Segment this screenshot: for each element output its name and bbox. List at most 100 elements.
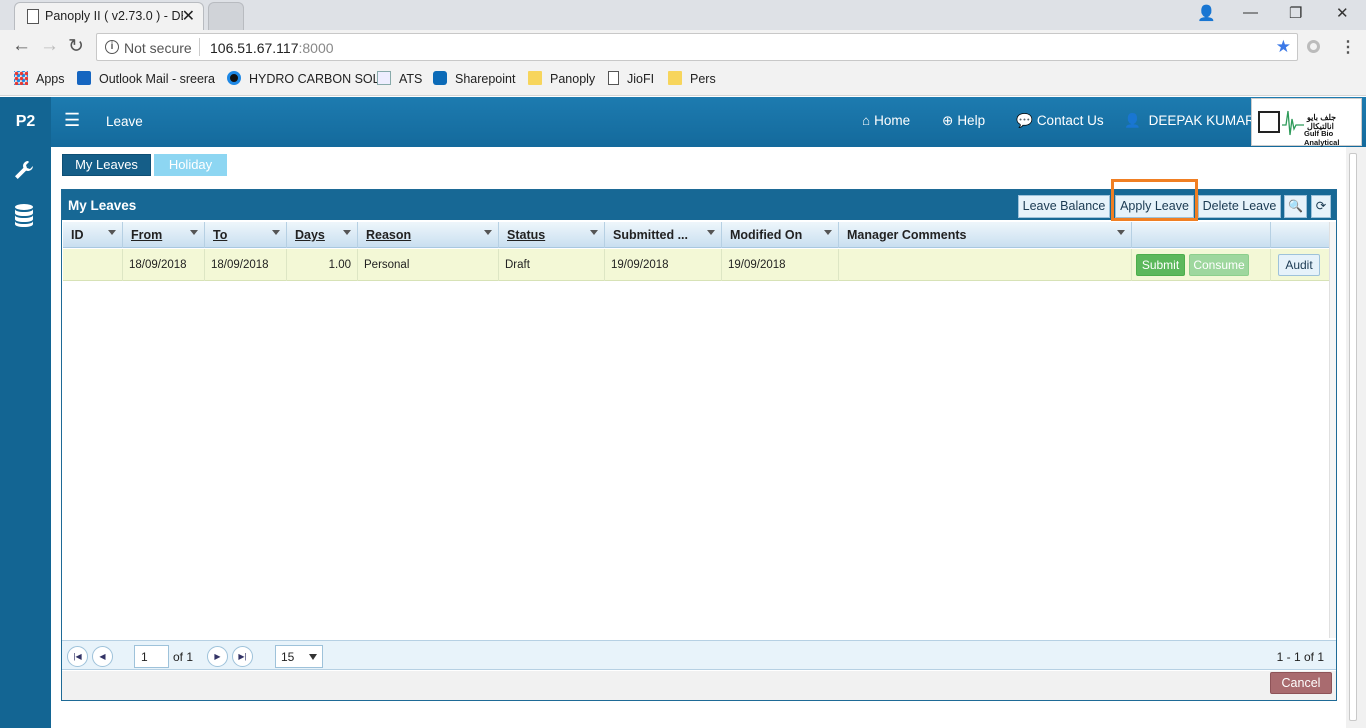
col-manager-comments[interactable]: Manager Comments bbox=[839, 222, 1132, 248]
bookmark-star-icon[interactable]: ★ bbox=[1276, 37, 1291, 57]
cell-submitted: 19/09/2018 bbox=[605, 249, 722, 281]
url-text[interactable]: 106.51.67.117:8000 bbox=[210, 40, 334, 56]
cell-status: Draft bbox=[499, 249, 605, 281]
chat-icon: 💬 bbox=[1016, 113, 1033, 128]
col-reason[interactable]: Reason bbox=[358, 222, 499, 248]
panel-title: My Leaves bbox=[68, 198, 137, 213]
table-row[interactable]: 18/09/2018 18/09/2018 1.00 Personal Draf… bbox=[63, 249, 1329, 281]
my-leaves-panel: My Leaves Leave Balance Apply Leave Dele… bbox=[61, 179, 1337, 701]
reload-icon[interactable]: ↻ bbox=[68, 35, 84, 58]
browser-menu-icon[interactable]: ⋮ bbox=[1340, 37, 1356, 57]
scrollbar-thumb[interactable] bbox=[1349, 153, 1357, 721]
col-submitted[interactable]: Submitted ... bbox=[605, 222, 722, 248]
chevron-down-icon[interactable] bbox=[1117, 230, 1125, 235]
leave-balance-button[interactable]: Leave Balance bbox=[1018, 195, 1110, 218]
nav-home[interactable]: ⌂ Home bbox=[862, 113, 910, 128]
bookmark-pers[interactable]: Pers bbox=[668, 71, 716, 86]
close-tab-icon[interactable]: ✕ bbox=[182, 6, 195, 26]
col-from[interactable]: From bbox=[123, 222, 205, 248]
page-count: of 1 bbox=[173, 650, 194, 664]
refresh-icon: ⟳ bbox=[1315, 199, 1327, 213]
back-icon[interactable]: ← bbox=[12, 35, 31, 57]
bookmark-panoply[interactable]: Panoply bbox=[528, 71, 595, 86]
bookmark-label: Outlook Mail - sreera bbox=[99, 72, 216, 86]
page-info: 1 - 1 of 1 bbox=[1276, 650, 1324, 664]
forward-icon[interactable]: → bbox=[40, 35, 59, 57]
chevron-down-icon[interactable] bbox=[272, 230, 280, 235]
menu-icon[interactable]: ☰ bbox=[64, 110, 80, 130]
nav-contact[interactable]: 💬 Contact Us bbox=[1016, 113, 1104, 129]
col-id[interactable]: ID bbox=[63, 222, 123, 248]
chevron-down-icon[interactable] bbox=[108, 230, 116, 235]
bookmark-sharepoint[interactable]: Sharepoint bbox=[433, 71, 515, 86]
browser-tab-active[interactable]: Panoply II ( v2.73.0 ) - DEEPAK KUMAR ✕ bbox=[14, 2, 204, 30]
nav-help-label: Help bbox=[957, 113, 986, 128]
last-page-icon[interactable]: ▶| bbox=[232, 646, 253, 667]
close-window-icon[interactable]: ✕ bbox=[1336, 4, 1349, 22]
col-label: From bbox=[131, 228, 163, 242]
folder-icon bbox=[668, 71, 682, 85]
brand-logo[interactable]: P2 bbox=[0, 97, 51, 147]
prev-page-icon[interactable]: ◀ bbox=[92, 646, 113, 667]
tab-holiday[interactable]: Holiday bbox=[154, 154, 227, 176]
database-icon[interactable] bbox=[13, 203, 35, 227]
col-label: To bbox=[213, 228, 228, 242]
col-status[interactable]: Status bbox=[499, 222, 605, 248]
submit-button[interactable]: Submit bbox=[1136, 254, 1185, 276]
col-label: Modified On bbox=[730, 228, 803, 242]
restore-icon[interactable]: ❐ bbox=[1289, 4, 1302, 22]
col-modified[interactable]: Modified On bbox=[722, 222, 839, 248]
col-days[interactable]: Days bbox=[287, 222, 358, 248]
bookmark-hydrocarbon[interactable]: HYDRO CARBON SOL bbox=[227, 71, 380, 86]
bookmark-label: JioFI bbox=[627, 72, 655, 86]
page-scrollbar[interactable] bbox=[1346, 147, 1366, 728]
first-page-icon[interactable]: |◀ bbox=[67, 646, 88, 667]
security-label: Not secure bbox=[124, 40, 192, 56]
bookmark-apps[interactable]: Apps bbox=[14, 71, 65, 86]
chevron-down-icon[interactable] bbox=[824, 230, 832, 235]
cell-modified: 19/09/2018 bbox=[722, 249, 839, 281]
col-label: ID bbox=[71, 228, 84, 242]
folder-icon bbox=[528, 71, 542, 85]
bookmark-ats[interactable]: ATS bbox=[377, 71, 422, 86]
nav-home-label: Home bbox=[874, 113, 911, 128]
extension-icon[interactable] bbox=[1307, 40, 1320, 53]
nav-contact-label: Contact Us bbox=[1036, 113, 1104, 128]
nav-help[interactable]: ⊕ Help bbox=[942, 113, 985, 129]
next-page-icon[interactable]: ▶ bbox=[207, 646, 228, 667]
info-icon[interactable]: i bbox=[105, 40, 119, 54]
chevron-down-icon[interactable] bbox=[590, 230, 598, 235]
chevron-down-icon[interactable] bbox=[707, 230, 715, 235]
pager: |◀ ◀ 1 of 1 ▶ ▶| 15 1 - 1 of 1 bbox=[62, 640, 1336, 670]
search-button[interactable]: 🔍 bbox=[1284, 195, 1307, 218]
bookmark-outlook[interactable]: Outlook Mail - sreera bbox=[77, 71, 215, 86]
bookmark-label: ATS bbox=[399, 72, 423, 86]
document-icon bbox=[377, 71, 391, 85]
col-to[interactable]: To bbox=[205, 222, 287, 248]
wrench-icon[interactable] bbox=[13, 159, 35, 181]
main-content: My Leaves Holiday My Leaves Leave Balanc… bbox=[51, 147, 1346, 728]
new-tab-button[interactable] bbox=[208, 2, 244, 30]
lifebuoy-icon: ⊕ bbox=[942, 113, 954, 128]
bookmark-jiofi[interactable]: JioFI bbox=[608, 71, 654, 86]
cell-from: 18/09/2018 bbox=[123, 249, 205, 281]
grid-scrollbar[interactable] bbox=[1329, 222, 1336, 638]
profile-icon[interactable]: 👤 bbox=[1197, 4, 1216, 22]
delete-leave-button[interactable]: Delete Leave bbox=[1198, 195, 1281, 218]
refresh-button[interactable]: ⟳ bbox=[1311, 195, 1331, 218]
tab-my-leaves[interactable]: My Leaves bbox=[62, 154, 151, 176]
audit-button[interactable]: Audit bbox=[1278, 254, 1320, 276]
address-bar[interactable]: i Not secure 106.51.67.117:8000 ★ bbox=[96, 33, 1298, 61]
sharepoint-icon bbox=[433, 71, 447, 85]
page-number-input[interactable]: 1 bbox=[134, 645, 169, 668]
chevron-down-icon[interactable] bbox=[190, 230, 198, 235]
cancel-button[interactable]: Cancel bbox=[1270, 672, 1332, 694]
bookmark-label: Sharepoint bbox=[455, 72, 516, 86]
col-label: Manager Comments bbox=[847, 228, 967, 242]
minimize-icon[interactable]: — bbox=[1243, 4, 1258, 21]
nav-user[interactable]: 👤 DEEPAK KUMAR bbox=[1124, 113, 1255, 129]
chevron-down-icon[interactable] bbox=[484, 230, 492, 235]
chevron-down-icon[interactable] bbox=[343, 230, 351, 235]
consume-button[interactable]: Consume bbox=[1189, 254, 1249, 276]
page-size-select[interactable]: 15 bbox=[275, 645, 323, 668]
